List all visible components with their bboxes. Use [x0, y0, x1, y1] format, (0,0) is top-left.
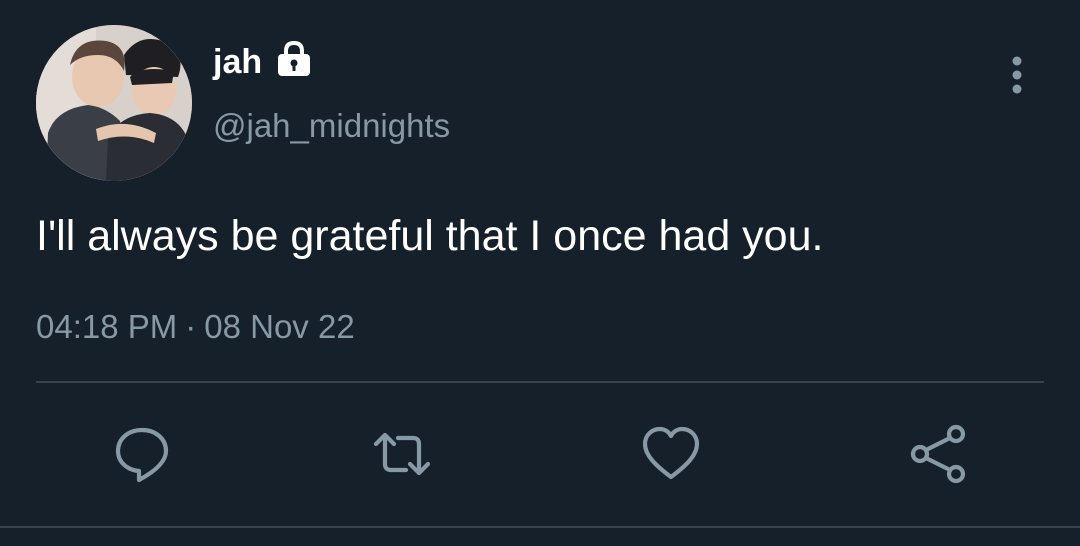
avatar[interactable] [36, 25, 192, 181]
divider [36, 381, 1044, 383]
share-icon [910, 424, 966, 484]
share-button[interactable] [908, 424, 968, 484]
bottom-divider [0, 526, 1080, 528]
user-handle[interactable]: @jah_midnights [213, 104, 450, 148]
tweet-text: I'll always be grateful that I once had … [36, 212, 824, 260]
like-button[interactable] [641, 424, 701, 484]
display-name[interactable]: jah [213, 40, 262, 84]
tweet-timestamp[interactable]: 04:18 PM · 08 Nov 22 [36, 306, 355, 348]
tweet-card: jah @jah_midnights I'll always be gratef… [0, 0, 1080, 546]
heart-icon [642, 426, 700, 480]
reply-icon [115, 427, 169, 483]
retweet-button[interactable] [372, 424, 432, 484]
tweet-time: 04:18 PM [36, 308, 178, 345]
lock-icon [278, 40, 310, 76]
avatar-image [36, 25, 192, 181]
tweet-date: 08 Nov 22 [204, 308, 355, 345]
reply-button[interactable] [112, 424, 172, 484]
timestamp-separator: · [185, 308, 197, 345]
more-options-icon[interactable] [1003, 55, 1031, 95]
retweet-icon [373, 432, 431, 476]
